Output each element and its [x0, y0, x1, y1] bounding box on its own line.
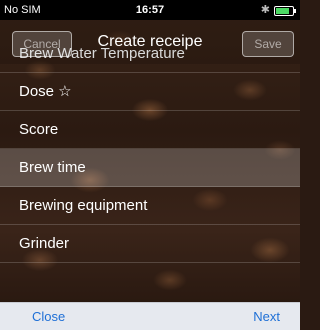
save-button[interactable]: Save	[242, 31, 294, 57]
navigation-bar: Cancel Create receipe Save	[0, 20, 300, 64]
clock: 16:57	[135, 4, 165, 16]
list-item-dose[interactable]: Dose ☆	[0, 73, 300, 111]
recipe-field-list: Brew Water Temperature Dose ☆ Score Brew…	[0, 35, 300, 263]
next-button[interactable]: Next	[253, 309, 280, 324]
list-item-brew-time[interactable]: Brew time	[0, 149, 300, 187]
bluetooth-icon: ✱	[260, 4, 270, 16]
status-bar: No SIM 16:57 ✱	[0, 0, 300, 20]
list-item-brewing-equipment[interactable]: Brewing equipment	[0, 187, 300, 225]
list-item-grinder[interactable]: Grinder	[0, 225, 300, 263]
list-item-score[interactable]: Score	[0, 111, 300, 149]
bottom-toolbar: Close Next	[0, 302, 300, 330]
battery-icon	[274, 6, 296, 16]
close-button[interactable]: Close	[32, 309, 65, 324]
